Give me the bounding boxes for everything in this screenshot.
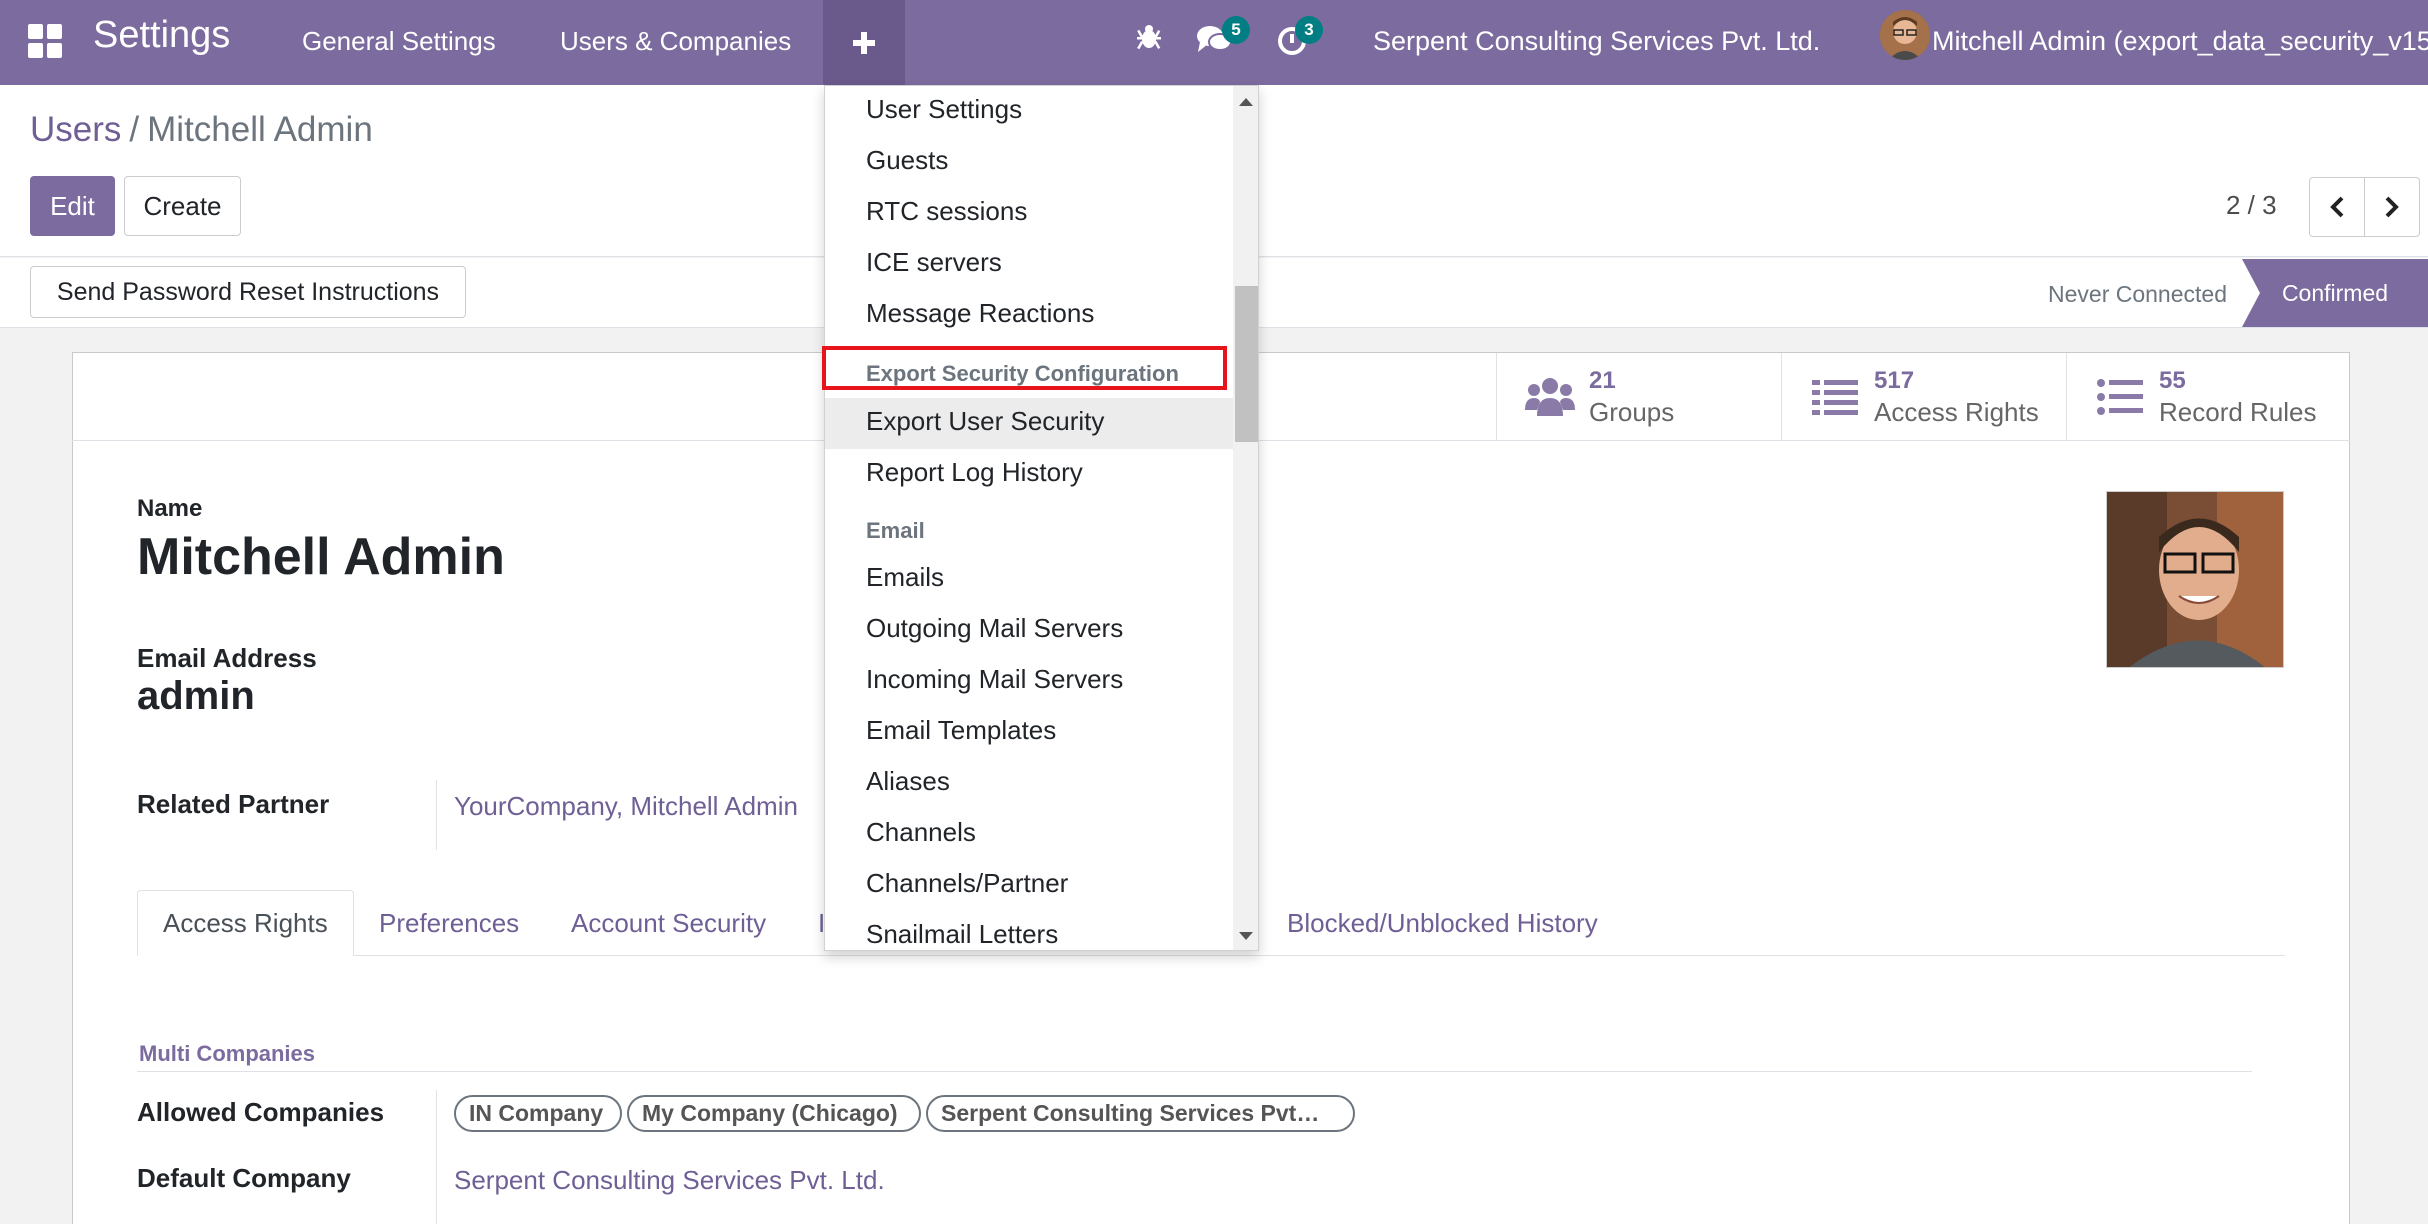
access-rights-count: 517 bbox=[1874, 367, 1915, 394]
menu-item-user-settings[interactable]: User Settings bbox=[866, 94, 1022, 125]
scroll-down-arrow-icon[interactable] bbox=[1239, 932, 1253, 940]
app-title[interactable]: Settings bbox=[93, 14, 230, 57]
multi-companies-title: Multi Companies bbox=[139, 1041, 316, 1066]
menu-item-message-reactions[interactable]: Message Reactions bbox=[866, 298, 1094, 329]
menu-item-report-log-history[interactable]: Report Log History bbox=[866, 457, 1083, 488]
tab-blocked-unblocked-history[interactable]: Blocked/Unblocked History bbox=[1262, 890, 1623, 956]
chevron-left-icon bbox=[2330, 196, 2344, 218]
plus-icon bbox=[853, 31, 875, 54]
groups-smart-button[interactable]: 21 Groups bbox=[1496, 353, 1781, 441]
apps-menu-icon[interactable] bbox=[28, 24, 62, 58]
tab-access-rights[interactable]: Access Rights bbox=[137, 890, 354, 956]
record-rules-smart-button[interactable]: 55 Record Rules bbox=[2066, 353, 2350, 441]
access-rights-label: Access Rights bbox=[1874, 397, 2039, 427]
create-button[interactable]: Create bbox=[124, 176, 241, 236]
company-tag[interactable]: My Company (Chicago) bbox=[627, 1095, 921, 1132]
section-divider bbox=[137, 1071, 2252, 1072]
menu-item-snailmail-letters[interactable]: Snailmail Letters bbox=[866, 919, 1058, 950]
menu-general-settings[interactable]: General Settings bbox=[302, 26, 496, 57]
chat-badge: 5 bbox=[1222, 16, 1250, 44]
field-divider bbox=[436, 780, 437, 850]
menu-item-incoming-mail-servers[interactable]: Incoming Mail Servers bbox=[866, 664, 1123, 695]
email-field[interactable]: admin bbox=[137, 674, 255, 719]
tab-preferences[interactable]: Preferences bbox=[354, 890, 544, 956]
menu-item-emails[interactable]: Emails bbox=[866, 562, 944, 593]
company-switcher[interactable]: Serpent Consulting Services Pvt. Ltd. bbox=[1373, 26, 1820, 57]
company-tag[interactable]: IN Company bbox=[454, 1095, 622, 1132]
activity-badge: 3 bbox=[1295, 16, 1323, 44]
name-label: Name bbox=[137, 495, 203, 522]
record-rules-count: 55 bbox=[2159, 367, 2186, 394]
menu-item-outgoing-mail-servers[interactable]: Outgoing Mail Servers bbox=[866, 613, 1123, 644]
related-partner-label: Related Partner bbox=[137, 789, 330, 819]
breadcrumb-separator: / bbox=[129, 110, 140, 149]
menu-section-email: Email bbox=[866, 518, 925, 543]
groups-count: 21 bbox=[1589, 367, 1616, 394]
top-navbar: Settings General Settings Users & Compan… bbox=[0, 0, 2428, 85]
breadcrumb-users-link[interactable]: Users bbox=[30, 110, 121, 149]
name-field[interactable]: Mitchell Admin bbox=[137, 527, 505, 587]
breadcrumb-current: Mitchell Admin bbox=[147, 110, 373, 149]
menu-item-export-user-security[interactable]: Export User Security bbox=[866, 406, 1104, 437]
send-password-reset-button[interactable]: Send Password Reset Instructions bbox=[30, 266, 466, 318]
menu-item-channels-partner[interactable]: Channels/Partner bbox=[866, 868, 1068, 899]
list-icon bbox=[1810, 372, 1860, 422]
menu-item-email-templates[interactable]: Email Templates bbox=[866, 715, 1056, 746]
chevron-right-icon bbox=[2385, 196, 2399, 218]
pager-previous-button[interactable] bbox=[2309, 177, 2365, 237]
menu-item-channels[interactable]: Channels bbox=[866, 817, 976, 848]
pager-next-button[interactable] bbox=[2364, 177, 2420, 237]
dropdown-scroll-thumb[interactable] bbox=[1235, 286, 1258, 442]
pager-value[interactable]: 2 / 3 bbox=[2226, 190, 2277, 221]
user-menu[interactable]: Mitchell Admin (export_data_security_v15… bbox=[1932, 26, 2428, 57]
default-company-link[interactable]: Serpent Consulting Services Pvt. Ltd. bbox=[454, 1165, 885, 1196]
menu-users-companies[interactable]: Users & Companies bbox=[560, 26, 791, 57]
user-photo[interactable] bbox=[2106, 491, 2284, 668]
email-label: Email Address bbox=[137, 643, 317, 673]
menu-item-guests[interactable]: Guests bbox=[866, 145, 948, 176]
status-never-connected: Never Connected bbox=[2048, 281, 2227, 307]
debug-bug-icon[interactable] bbox=[1136, 22, 1162, 57]
menu-item-aliases[interactable]: Aliases bbox=[866, 766, 950, 797]
related-partner-link[interactable]: YourCompany, Mitchell Admin bbox=[454, 791, 798, 822]
record-rules-label: Record Rules bbox=[2159, 397, 2317, 427]
menu-item-ice-servers[interactable]: ICE servers bbox=[866, 247, 1002, 278]
groups-label: Groups bbox=[1589, 397, 1675, 427]
access-rights-smart-button[interactable]: 517 Access Rights bbox=[1781, 353, 2066, 441]
technical-dropdown-menu: User Settings Guests RTC sessions ICE se… bbox=[824, 85, 1259, 951]
default-company-label: Default Company bbox=[137, 1163, 351, 1193]
company-tag[interactable]: Serpent Consulting Services Pvt… bbox=[926, 1095, 1355, 1132]
users-icon bbox=[1525, 372, 1575, 422]
user-avatar[interactable] bbox=[1880, 10, 1930, 60]
dropdown-scrollbar[interactable] bbox=[1233, 86, 1258, 950]
edit-button[interactable]: Edit bbox=[30, 176, 115, 236]
menu-item-rtc-sessions[interactable]: RTC sessions bbox=[866, 196, 1027, 227]
allowed-companies-label: Allowed Companies bbox=[137, 1097, 385, 1127]
scroll-up-arrow-icon[interactable] bbox=[1239, 98, 1253, 106]
tab-account-security[interactable]: Account Security bbox=[546, 890, 791, 956]
highlight-annotation-box bbox=[822, 346, 1227, 390]
status-confirmed: Confirmed bbox=[2242, 259, 2428, 327]
technical-menu-button[interactable] bbox=[823, 0, 905, 85]
list-ul-icon bbox=[2095, 372, 2145, 422]
field-divider bbox=[436, 1090, 437, 1224]
breadcrumb: Users / Mitchell Admin bbox=[30, 110, 373, 150]
